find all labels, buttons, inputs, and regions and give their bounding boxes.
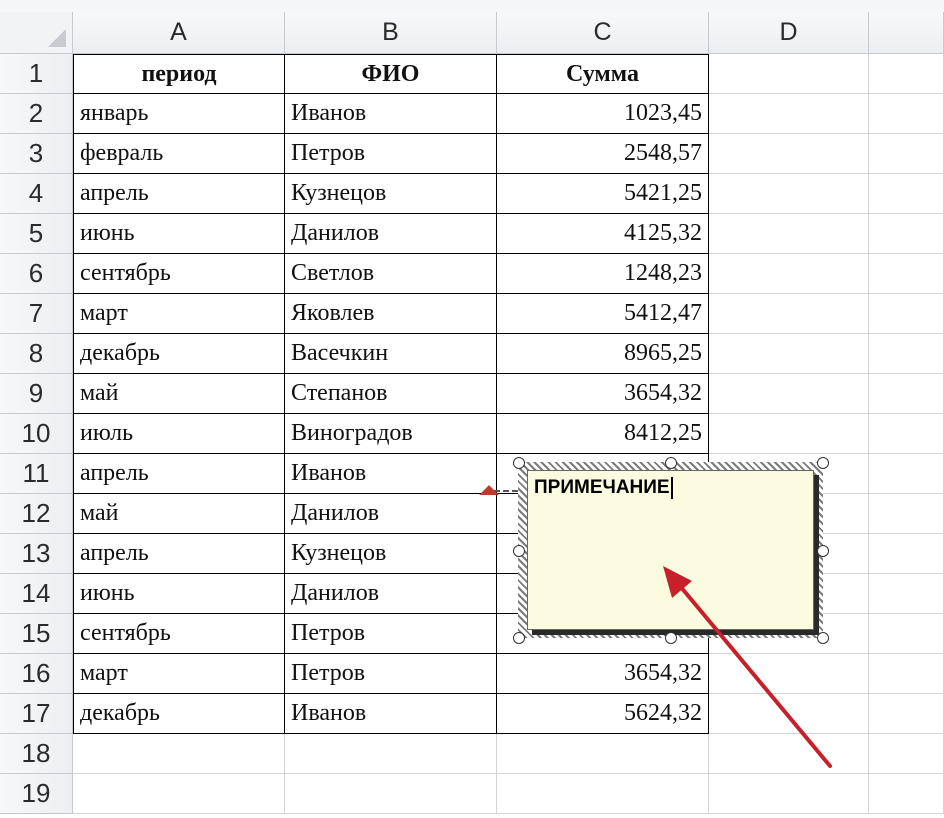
annotation-arrow-icon	[663, 566, 832, 768]
annotation-arrow-shaft	[673, 578, 832, 768]
